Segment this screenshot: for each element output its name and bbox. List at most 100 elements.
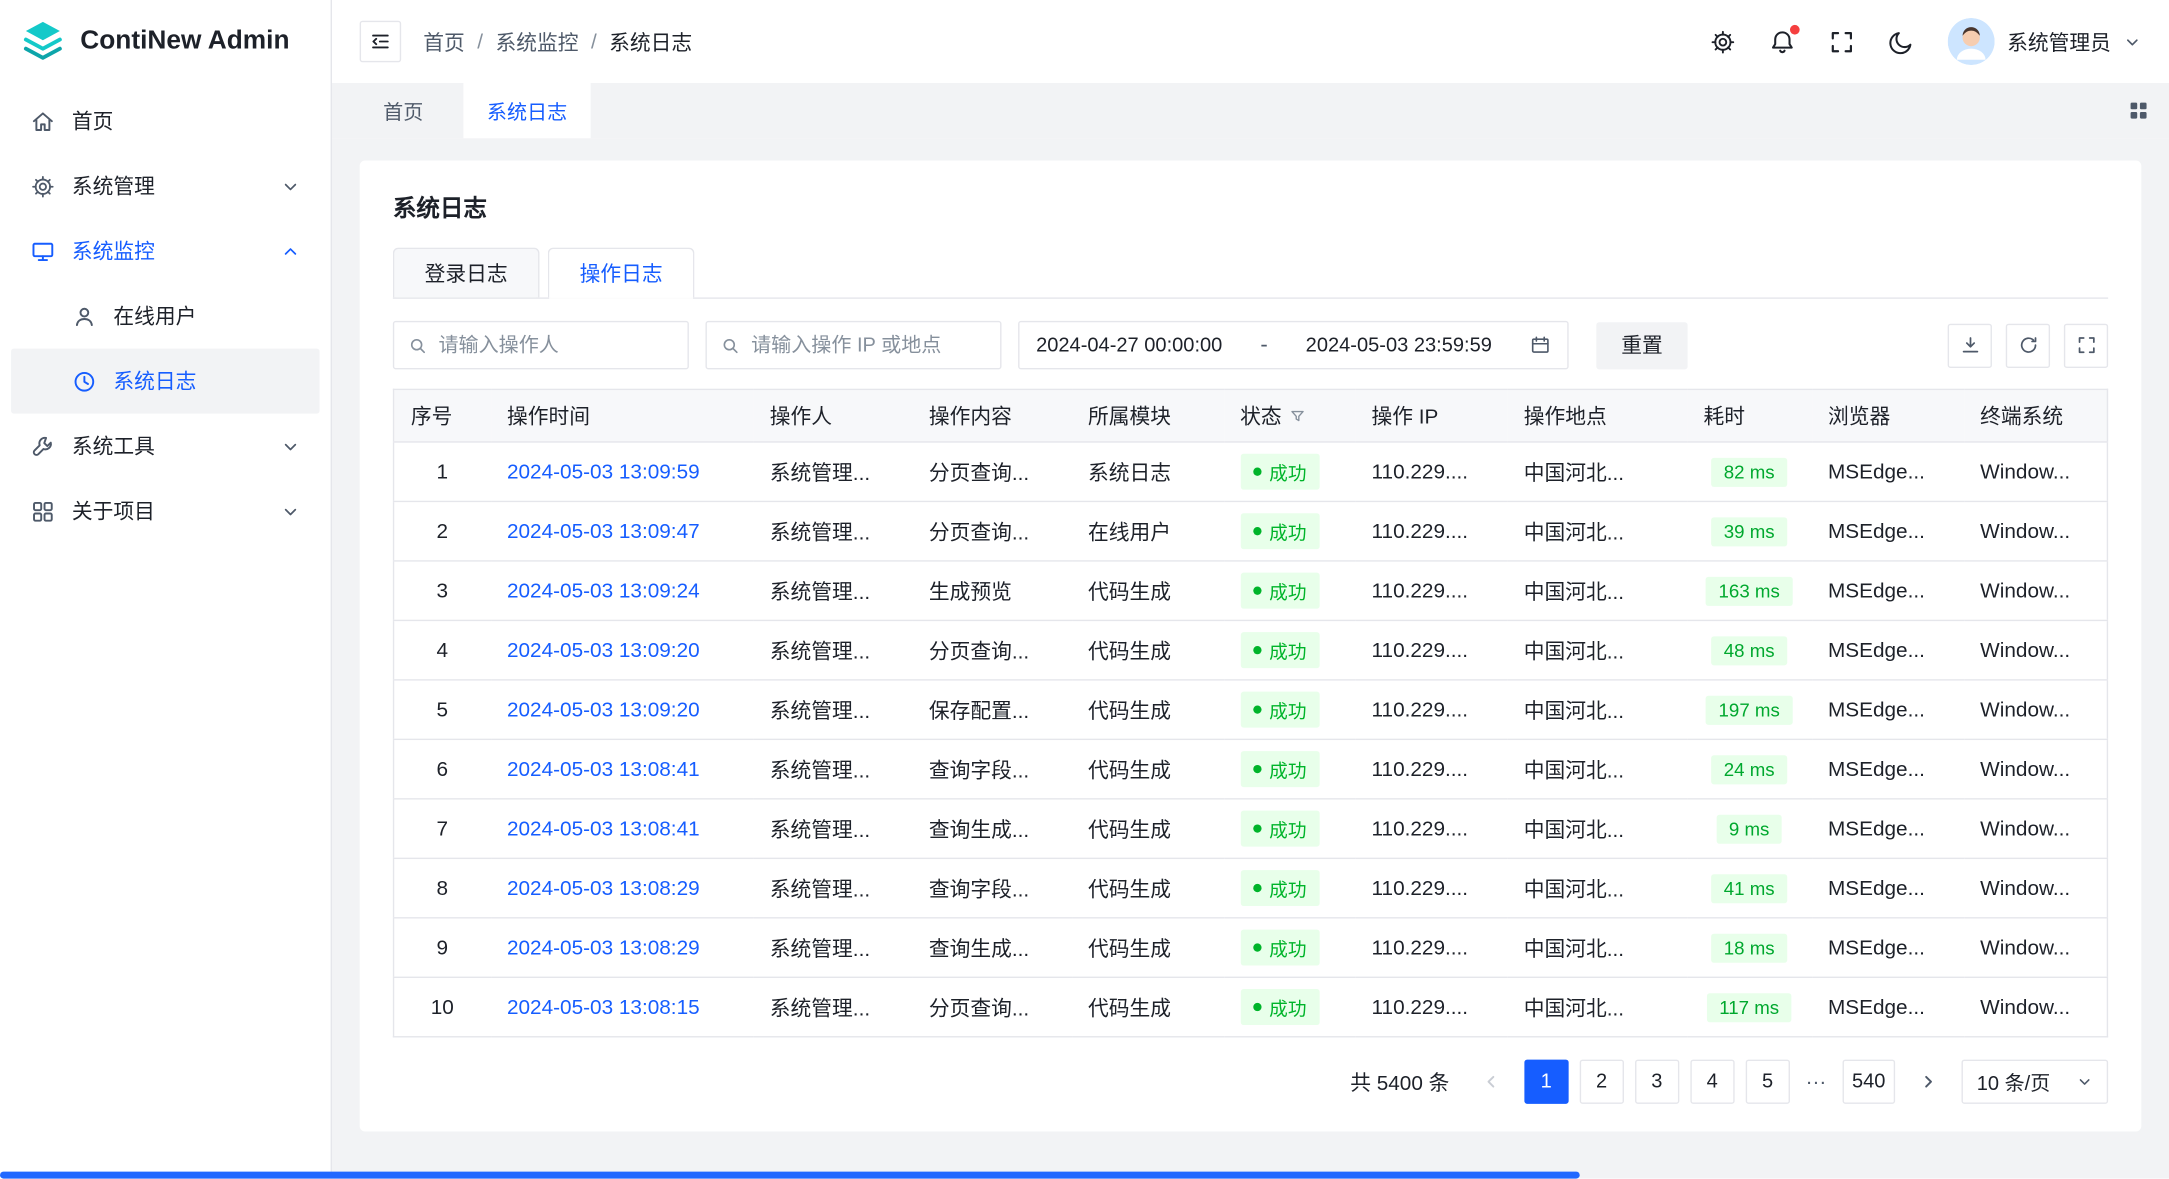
- cell-content: 查询字段...: [912, 858, 1071, 917]
- time-link[interactable]: 2024-05-03 13:08:29: [507, 876, 700, 900]
- status-text: 成功: [1269, 696, 1306, 724]
- sidebar-item-about-project[interactable]: 关于项目: [11, 479, 319, 544]
- sidebar-item-home[interactable]: 首页: [11, 89, 319, 154]
- cell-cost: 163 ms: [1687, 561, 1811, 620]
- sidebar-item-system-monitor[interactable]: 系统监控: [11, 219, 319, 284]
- chevron-down-icon: [2123, 33, 2141, 51]
- column-header-index: 序号: [394, 389, 491, 442]
- cell-time: 2024-05-03 13:09:20: [490, 620, 753, 679]
- settings-gear-icon[interactable]: [1710, 28, 1736, 54]
- table-row[interactable]: 4 2024-05-03 13:09:20 系统管理... 分页查询... 代码…: [394, 620, 2108, 679]
- status-dot-icon: [1253, 1003, 1261, 1011]
- status-dot-icon: [1253, 646, 1261, 654]
- cell-index: 10: [394, 977, 491, 1036]
- cell-browser: MSEdge...: [1811, 739, 1963, 798]
- cell-index: 3: [394, 561, 491, 620]
- page-button-3[interactable]: 3: [1635, 1060, 1679, 1104]
- table-row[interactable]: 6 2024-05-03 13:08:41 系统管理... 查询字段... 代码…: [394, 739, 2108, 798]
- table-row[interactable]: 1 2024-05-03 13:09:59 系统管理... 分页查询... 系统…: [394, 442, 2108, 501]
- cell-status: 成功: [1224, 620, 1355, 679]
- time-link[interactable]: 2024-05-03 13:09:20: [507, 698, 700, 722]
- time-link[interactable]: 2024-05-03 13:08:15: [507, 995, 700, 1019]
- time-link[interactable]: 2024-05-03 13:09:20: [507, 638, 700, 662]
- cell-content: 保存配置...: [912, 680, 1071, 739]
- table-row[interactable]: 9 2024-05-03 13:08:29 系统管理... 查询生成... 代码…: [394, 918, 2108, 977]
- cell-operator: 系统管理...: [753, 680, 912, 739]
- page-button-last[interactable]: 540: [1842, 1060, 1895, 1104]
- status-badge: 成功: [1240, 930, 1319, 966]
- page-title: 系统日志: [393, 188, 2108, 223]
- page-button-4[interactable]: 4: [1690, 1060, 1734, 1104]
- time-link[interactable]: 2024-05-03 13:08:41: [507, 817, 700, 841]
- filter-icon[interactable]: [1289, 407, 1306, 424]
- avatar: [1948, 18, 1995, 65]
- cell-time: 2024-05-03 13:09:59: [490, 442, 753, 501]
- sidebar-item-online-users[interactable]: 在线用户: [11, 284, 319, 349]
- date-range-picker[interactable]: 2024-04-27 00:00:00 - 2024-05-03 23:59:5…: [1018, 321, 1569, 369]
- cell-time: 2024-05-03 13:09:47: [490, 501, 753, 560]
- column-header-ip: 操作 IP: [1355, 389, 1507, 442]
- collapse-sidebar-button[interactable]: [360, 21, 401, 62]
- cell-module: 代码生成: [1071, 918, 1223, 977]
- fullscreen-icon[interactable]: [1829, 28, 1855, 54]
- cost-badge: 18 ms: [1711, 933, 1787, 962]
- tab-actions-grid-icon[interactable]: [2108, 83, 2169, 138]
- dark-mode-moon-icon[interactable]: [1888, 28, 1914, 54]
- page-button-1[interactable]: 1: [1524, 1060, 1568, 1104]
- ip-search-input[interactable]: [751, 334, 986, 356]
- table-row[interactable]: 5 2024-05-03 13:09:20 系统管理... 保存配置... 代码…: [394, 680, 2108, 739]
- tab-operation-logs[interactable]: 操作日志: [548, 248, 695, 298]
- cost-badge: 41 ms: [1711, 874, 1787, 903]
- cell-content: 分页查询...: [912, 620, 1071, 679]
- sidebar-item-system-management[interactable]: 系统管理: [11, 154, 319, 219]
- ip-search-field[interactable]: [705, 321, 1001, 369]
- page-button-2[interactable]: 2: [1579, 1060, 1623, 1104]
- sidebar-item-system-logs[interactable]: 系统日志: [11, 349, 319, 414]
- cell-os: Window...: [1964, 977, 2108, 1036]
- status-header-label: 状态: [1240, 401, 1282, 430]
- cell-module: 在线用户: [1071, 501, 1223, 560]
- column-header-location: 操作地点: [1507, 389, 1687, 442]
- next-page-button[interactable]: [1906, 1060, 1950, 1104]
- page-ellipsis[interactable]: ···: [1801, 1070, 1831, 1094]
- table-row[interactable]: 10 2024-05-03 13:08:15 系统管理... 分页查询... 代…: [394, 977, 2108, 1036]
- time-link[interactable]: 2024-05-03 13:08:29: [507, 936, 700, 960]
- cell-browser: MSEdge...: [1811, 620, 1963, 679]
- cell-os: Window...: [1964, 442, 2108, 501]
- export-download-button[interactable]: [1948, 323, 1992, 367]
- time-link[interactable]: 2024-05-03 13:09:59: [507, 460, 700, 484]
- nav-tab-home[interactable]: 首页: [360, 83, 447, 138]
- table-row[interactable]: 8 2024-05-03 13:08:29 系统管理... 查询字段... 代码…: [394, 858, 2108, 917]
- time-link[interactable]: 2024-05-03 13:09:47: [507, 519, 700, 543]
- page-button-5[interactable]: 5: [1745, 1060, 1789, 1104]
- table-fullscreen-button[interactable]: [2064, 323, 2108, 367]
- menu-fold-icon: [369, 30, 391, 52]
- refresh-button[interactable]: [2006, 323, 2050, 367]
- time-link[interactable]: 2024-05-03 13:08:41: [507, 757, 700, 781]
- user-menu[interactable]: 系统管理员: [1948, 18, 2142, 65]
- cell-operator: 系统管理...: [753, 918, 912, 977]
- app-logo[interactable]: ContiNew Admin: [0, 0, 331, 83]
- notification-bell-icon[interactable]: [1769, 28, 1795, 54]
- operator-search-field[interactable]: [393, 321, 689, 369]
- breadcrumb-item-monitor[interactable]: 系统监控: [495, 27, 578, 56]
- sidebar-item-system-tools[interactable]: 系统工具: [11, 414, 319, 479]
- app-logo-icon: [19, 18, 66, 65]
- filter-toolbar: 2024-04-27 00:00:00 - 2024-05-03 23:59:5…: [393, 321, 2108, 369]
- cost-badge: 197 ms: [1706, 695, 1792, 724]
- cell-time: 2024-05-03 13:09:24: [490, 561, 753, 620]
- reset-button[interactable]: 重置: [1596, 322, 1687, 369]
- tab-login-logs[interactable]: 登录日志: [393, 248, 540, 298]
- nav-tab-system-logs[interactable]: 系统日志: [463, 83, 590, 138]
- page-size-select[interactable]: 10 条/页: [1962, 1060, 2109, 1104]
- table-row[interactable]: 3 2024-05-03 13:09:24 系统管理... 生成预览 代码生成 …: [394, 561, 2108, 620]
- breadcrumb-item-home[interactable]: 首页: [423, 27, 465, 56]
- horizontal-scrollbar-thumb[interactable]: [0, 1172, 1580, 1179]
- cell-ip: 110.229....: [1355, 442, 1507, 501]
- download-icon: [1959, 335, 1980, 356]
- table-row[interactable]: 7 2024-05-03 13:08:41 系统管理... 查询生成... 代码…: [394, 799, 2108, 858]
- time-link[interactable]: 2024-05-03 13:09:24: [507, 579, 700, 603]
- operator-search-input[interactable]: [439, 334, 674, 356]
- table-row[interactable]: 2 2024-05-03 13:09:47 系统管理... 分页查询... 在线…: [394, 501, 2108, 560]
- prev-page-button[interactable]: [1469, 1060, 1513, 1104]
